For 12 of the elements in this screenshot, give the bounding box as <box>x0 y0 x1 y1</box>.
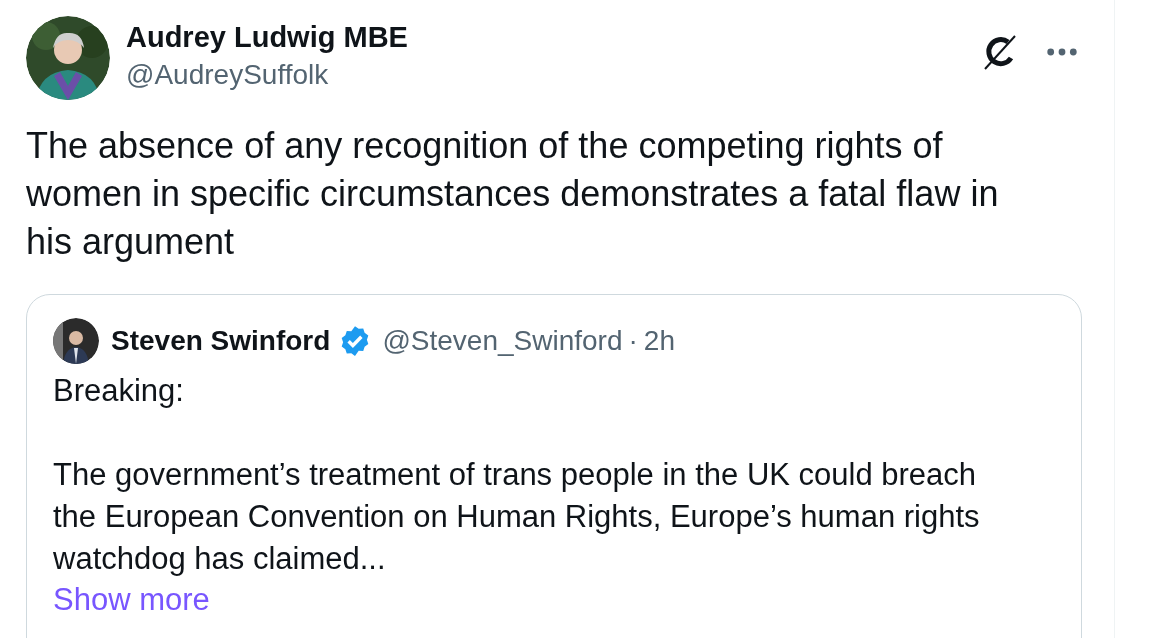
post-time[interactable]: 2h <box>643 325 675 357</box>
more-icon[interactable] <box>1046 47 1078 57</box>
post-text: The absence of any recognition of the competing rights of women in specific circumstances demonstrates a fatal flaw in his argument <box>26 124 1000 264</box>
quoted-post-card[interactable] <box>26 294 1082 638</box>
quoted-post-text: Breaking: <box>53 372 185 410</box>
author-handle[interactable]: @AudreySuffolk <box>126 56 980 94</box>
show-more-link[interactable]: Show more <box>53 580 210 620</box>
separator-dot: · <box>628 325 638 357</box>
author-name[interactable]: Audrey Ludwig MBE <box>126 18 980 56</box>
quoted-author-name[interactable]: Steven Swinford <box>111 325 331 357</box>
quoted-author-handle[interactable]: @Steven_Swinford <box>382 325 623 357</box>
quoted-post-text: The government’s treatment of trans people in the UK could breach the European Convention on Human Rights, Europe’s human rights watchdog has claimed... <box>53 456 981 578</box>
